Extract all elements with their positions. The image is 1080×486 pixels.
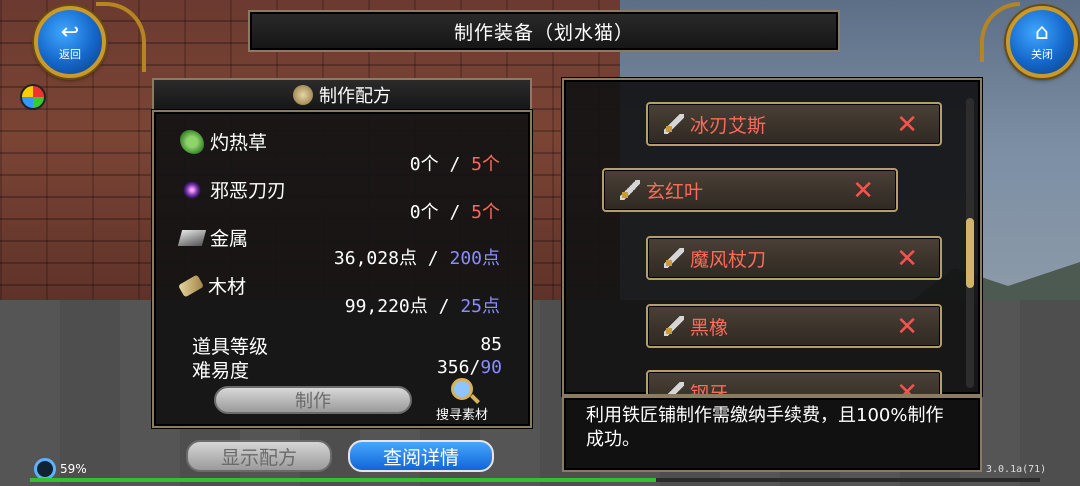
exp-bar-fill xyxy=(30,478,657,482)
close-label: 关闭 xyxy=(1031,48,1053,61)
list-item[interactable]: 黑橡 ✕ xyxy=(646,304,942,348)
material-count: 36,028点 / 200点 xyxy=(334,244,500,270)
show-recipe-button[interactable]: 显示配方 xyxy=(186,440,332,472)
page-title: 制作装备（划水猫） xyxy=(248,10,840,52)
material-need: 25点 xyxy=(460,296,500,317)
material-row: 金属 xyxy=(177,224,249,251)
magnifier-icon xyxy=(451,378,473,400)
list-item[interactable]: 冰刃艾斯 ✕ xyxy=(646,102,942,146)
recipe-title: 制作配方 xyxy=(319,86,391,107)
remove-icon[interactable]: ✕ xyxy=(896,112,918,138)
difficulty-max: 90 xyxy=(480,357,502,378)
search-material-button[interactable]: 搜寻素材 xyxy=(430,378,494,423)
material-have: 36,028点 xyxy=(333,248,417,269)
herb-icon xyxy=(180,129,204,154)
material-have: 0个 xyxy=(409,202,439,223)
sword-icon xyxy=(664,114,684,134)
battery-icon xyxy=(34,458,56,480)
recipe-header: 制作配方 xyxy=(152,78,532,112)
equipment-name: 冰刃艾斯 xyxy=(690,114,767,137)
battery-percent: 59% xyxy=(60,462,87,476)
scrollbar-thumb[interactable] xyxy=(966,218,974,288)
info-text: 利用铁匠铺制作需缴纳手续费，且100%制作成功。 xyxy=(562,396,982,472)
material-name: 邪恶刀刃 xyxy=(210,180,287,202)
slash: / xyxy=(438,296,450,317)
material-name: 金属 xyxy=(210,228,249,250)
equipment-list-panel: 冰刃艾斯 ✕ 玄红叶 ✕ 魔风杖刀 ✕ 黑橡 ✕ 钢牙 ✕ xyxy=(562,78,982,396)
material-row: 邪恶刀刃 xyxy=(180,176,286,203)
battery-indicator: 59% xyxy=(34,458,87,480)
sword-icon xyxy=(664,382,684,394)
search-material-label: 搜寻素材 xyxy=(435,408,488,423)
home-icon: ⌂ xyxy=(1035,20,1049,45)
material-name: 灼热草 xyxy=(210,132,268,154)
material-need: 200点 xyxy=(449,248,500,269)
metal-icon xyxy=(177,229,207,246)
evil-blade-icon xyxy=(183,180,201,199)
material-count: 0个 / 5个 xyxy=(410,198,500,224)
slash: / xyxy=(449,154,461,175)
remove-icon[interactable]: ✕ xyxy=(896,246,918,272)
material-row: 木材 xyxy=(177,272,247,299)
version-label: 3.0.1a(71) xyxy=(986,464,1047,475)
menu-orb-icon[interactable] xyxy=(20,84,46,110)
material-have: 0个 xyxy=(409,154,439,175)
wood-icon xyxy=(177,273,205,298)
sword-icon xyxy=(620,180,640,200)
difficulty-value: 356/90 xyxy=(437,357,502,378)
remove-icon[interactable]: ✕ xyxy=(896,380,918,394)
material-need: 5个 xyxy=(471,202,500,223)
list-item[interactable]: 玄红叶 ✕ xyxy=(602,168,898,212)
close-button[interactable]: ⌂ 关闭 xyxy=(1006,6,1078,78)
slash: / xyxy=(449,202,461,223)
difficulty-label: 难易度 xyxy=(192,360,250,382)
view-detail-button[interactable]: 查阅详情 xyxy=(348,440,494,472)
exp-bar xyxy=(30,478,1040,482)
material-row: 灼热草 xyxy=(180,128,267,155)
back-arrow-icon: ↩ xyxy=(60,20,80,45)
material-need: 5个 xyxy=(471,154,500,175)
recipe-scroll-icon xyxy=(293,85,313,105)
list-item[interactable]: 钢牙 ✕ xyxy=(646,370,942,396)
slash: / xyxy=(427,248,439,269)
sword-icon xyxy=(664,248,684,268)
back-label: 返回 xyxy=(59,48,81,61)
remove-icon[interactable]: ✕ xyxy=(852,178,874,204)
make-button[interactable]: 制作 xyxy=(214,386,412,414)
sword-icon xyxy=(664,316,684,336)
back-button[interactable]: ↩ 返回 xyxy=(34,6,106,78)
material-count: 99,220点 / 25点 xyxy=(345,292,500,318)
material-name: 木材 xyxy=(208,276,247,298)
difficulty-current: 356/ xyxy=(436,357,481,378)
item-level-label: 道具等级 xyxy=(192,336,269,358)
item-level-value: 85 xyxy=(480,334,502,355)
equipment-name: 玄红叶 xyxy=(646,180,704,203)
material-have: 99,220点 xyxy=(344,296,428,317)
remove-icon[interactable]: ✕ xyxy=(896,314,918,340)
equipment-name: 魔风杖刀 xyxy=(690,248,767,271)
material-count: 0个 / 5个 xyxy=(410,150,500,176)
list-item[interactable]: 魔风杖刀 ✕ xyxy=(646,236,942,280)
equipment-name: 黑橡 xyxy=(690,316,729,339)
equipment-name: 钢牙 xyxy=(690,382,729,396)
